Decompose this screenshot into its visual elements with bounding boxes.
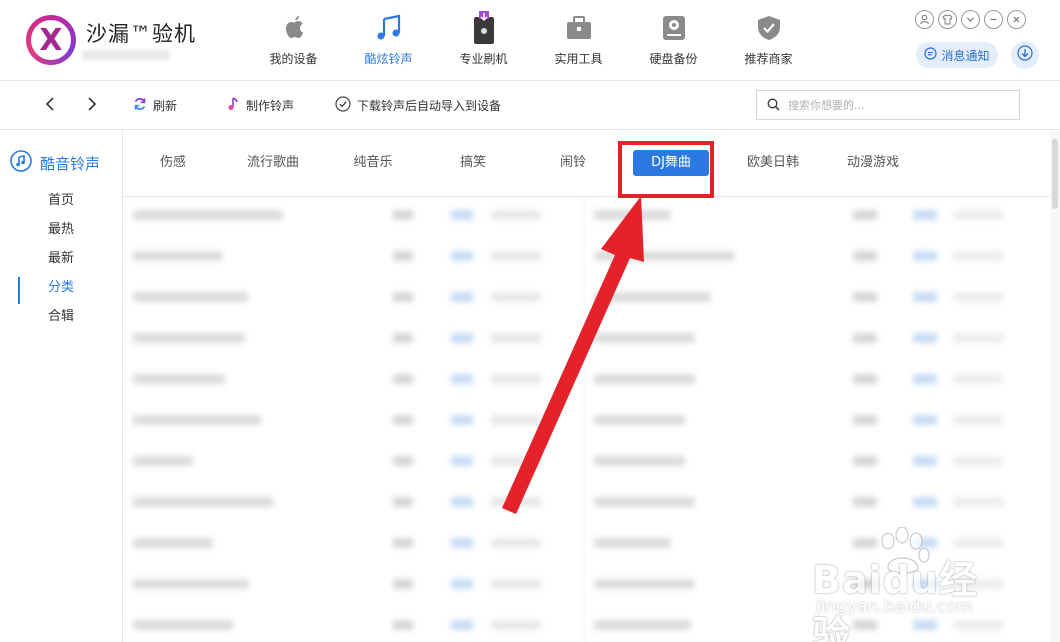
app-logo: X bbox=[26, 15, 76, 65]
app-window: X 沙漏™验机 我的设备 酷炫铃声 专业刷机 实用工具 硬盘备份 推荐商家 消息… bbox=[0, 0, 1060, 642]
watermark-url: jingyan.baidu.com bbox=[816, 597, 973, 617]
baidu-watermark: Baidu经验 jingyan.baidu.com bbox=[812, 527, 1012, 642]
logo-letter: X bbox=[39, 22, 63, 58]
watermark-brand: Baidu经验 bbox=[812, 558, 978, 642]
